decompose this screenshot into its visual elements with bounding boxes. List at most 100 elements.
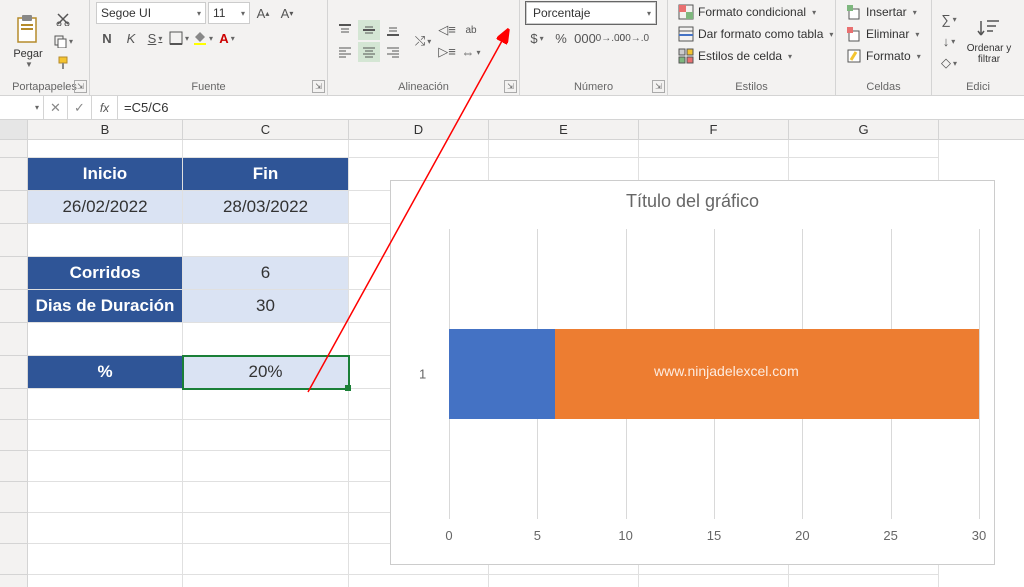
cell[interactable]: 6 — [183, 257, 349, 290]
cell[interactable] — [28, 323, 183, 356]
fill-button[interactable]: ↓▾ — [938, 31, 960, 51]
cell[interactable]: 28/03/2022 — [183, 191, 349, 224]
underline-button[interactable]: S▾ — [144, 28, 166, 48]
cell[interactable] — [28, 140, 183, 158]
cell[interactable] — [28, 544, 183, 575]
accounting-format-button[interactable]: $▾ — [526, 28, 548, 48]
cell[interactable] — [28, 575, 183, 587]
align-middle-button[interactable] — [358, 20, 380, 40]
name-box[interactable]: ▾ — [0, 96, 44, 119]
fill-color-button[interactable]: ▾ — [192, 28, 214, 48]
format-button[interactable]: Formato▾ — [842, 46, 925, 66]
cell[interactable]: Inicio — [28, 158, 183, 191]
font-launcher[interactable]: ⇲ — [312, 80, 325, 93]
cell[interactable]: Corridos — [28, 257, 183, 290]
cut-button[interactable] — [52, 9, 74, 29]
cell[interactable]: Dias de Duración — [28, 290, 183, 323]
cell-styles-button[interactable]: Estilos de celda▾ — [674, 46, 796, 66]
paste-button[interactable]: Pegar ▼ — [6, 7, 50, 75]
col-header-G[interactable]: G — [789, 120, 939, 139]
orientation-button[interactable]: ⤭▾ — [412, 31, 434, 51]
chart-title[interactable]: Título del gráfico — [391, 181, 994, 218]
cell[interactable] — [28, 224, 183, 257]
cell[interactable] — [639, 140, 789, 158]
bold-button[interactable]: N — [96, 28, 118, 48]
cell[interactable] — [183, 451, 349, 482]
decrease-font-button[interactable]: A▾ — [276, 3, 298, 23]
alignment-launcher[interactable]: ⇲ — [504, 80, 517, 93]
wrap-text-button[interactable]: ab — [460, 20, 482, 40]
cell[interactable] — [789, 140, 939, 158]
cell[interactable] — [183, 482, 349, 513]
cell[interactable] — [183, 420, 349, 451]
col-header-B[interactable]: B — [28, 120, 183, 139]
cell[interactable] — [489, 140, 639, 158]
cell[interactable] — [349, 575, 489, 587]
cell[interactable] — [28, 389, 183, 420]
fx-icon[interactable]: fx — [92, 96, 118, 119]
select-all-corner[interactable] — [0, 120, 28, 139]
cell[interactable] — [789, 575, 939, 587]
enter-formula-button[interactable]: ✓ — [68, 96, 92, 119]
align-bottom-button[interactable] — [382, 20, 404, 40]
group-editing: ∑▾ ↓▾ ◇▾ Ordenar y filtrar Edici — [932, 0, 1024, 95]
autosum-button[interactable]: ∑▾ — [938, 9, 960, 29]
cell[interactable] — [639, 575, 789, 587]
cell[interactable] — [489, 575, 639, 587]
align-right-button[interactable] — [382, 42, 404, 62]
cell[interactable] — [183, 389, 349, 420]
clipboard-launcher[interactable]: ⇲ — [74, 80, 87, 93]
format-table-button[interactable]: Dar formato como tabla▾ — [674, 24, 837, 44]
cell[interactable]: 20% — [183, 356, 349, 389]
clear-button[interactable]: ◇▾ — [938, 53, 960, 73]
font-size-select[interactable]: 11▾ — [208, 2, 250, 24]
insert-button[interactable]: Insertar▾ — [842, 2, 921, 22]
bar-segment[interactable] — [449, 329, 555, 419]
border-button[interactable]: ▾ — [168, 28, 190, 48]
copy-button[interactable]: ▾ — [52, 31, 74, 51]
cell[interactable] — [183, 544, 349, 575]
format-painter-button[interactable] — [52, 53, 74, 73]
align-center-button[interactable] — [358, 42, 380, 62]
cell[interactable] — [183, 575, 349, 587]
cell[interactable] — [183, 513, 349, 544]
cell[interactable] — [183, 224, 349, 257]
percent-format-button[interactable]: % — [550, 28, 572, 48]
number-label: Número — [526, 80, 661, 94]
cell[interactable]: Fin — [183, 158, 349, 191]
cell[interactable]: 26/02/2022 — [28, 191, 183, 224]
align-left-button[interactable] — [334, 42, 356, 62]
font-name-select[interactable]: Segoe UI▾ — [96, 2, 206, 24]
col-header-E[interactable]: E — [489, 120, 639, 139]
col-header-D[interactable]: D — [349, 120, 489, 139]
decrease-decimal-button[interactable]: .00→.0 — [622, 28, 644, 48]
increase-indent-button[interactable]: ▷≡ — [436, 42, 458, 62]
sort-filter-button[interactable]: Ordenar y filtrar — [964, 7, 1014, 75]
formula-input[interactable]: =C5/C6 — [118, 96, 1024, 119]
cell[interactable]: % — [28, 356, 183, 389]
group-styles: Formato condicional▾ Dar formato como ta… — [668, 0, 836, 95]
delete-button[interactable]: Eliminar▾ — [842, 24, 923, 44]
italic-button[interactable]: K — [120, 28, 142, 48]
number-format-select[interactable]: Porcentaje▾ — [526, 2, 656, 24]
decrease-indent-button[interactable]: ◁≡ — [436, 20, 458, 40]
col-header-C[interactable]: C — [183, 120, 349, 139]
align-top-button[interactable] — [334, 20, 356, 40]
font-color-button[interactable]: A▾ — [216, 28, 238, 48]
cell[interactable] — [349, 140, 489, 158]
cancel-formula-button[interactable]: ✕ — [44, 96, 68, 119]
number-launcher[interactable]: ⇲ — [652, 80, 665, 93]
conditional-format-button[interactable]: Formato condicional▾ — [674, 2, 820, 22]
chart[interactable]: Título del gráfico 1 www.ninjadelexcel.c… — [390, 180, 995, 565]
merge-button[interactable]: ⇔▾ — [460, 42, 482, 62]
cell[interactable] — [28, 482, 183, 513]
cell[interactable]: 30 — [183, 290, 349, 323]
col-header-F[interactable]: F — [639, 120, 789, 139]
cell[interactable] — [28, 420, 183, 451]
cell[interactable] — [28, 451, 183, 482]
plot-area: 1 www.ninjadelexcel.com 051015202530 — [449, 229, 979, 519]
cell[interactable] — [183, 140, 349, 158]
increase-font-button[interactable]: A▴ — [252, 3, 274, 23]
cell[interactable] — [183, 323, 349, 356]
cell[interactable] — [28, 513, 183, 544]
